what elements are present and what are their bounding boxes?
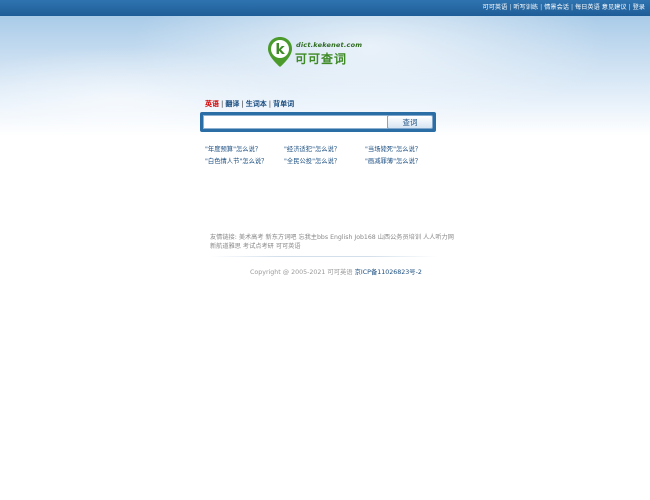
top-bar: 可可英语 | 听写训练 | 情景会话 | 每日英语 意见建议 | 登录 xyxy=(0,0,650,16)
nav-separator: | xyxy=(540,4,543,11)
friend-links: 友情链接: 美术高考 新东方词吧 忘我主bbs English Job168 山… xyxy=(210,234,454,251)
icp-link[interactable]: 京ICP备11026823号-2 xyxy=(355,269,422,276)
search-tabs: 英语 | 翻译 | 生词本 | 背单词 xyxy=(205,99,294,109)
tab-english[interactable]: 英语 xyxy=(205,100,219,108)
nav-login[interactable]: 登录 xyxy=(633,4,645,11)
suggestion-link[interactable]: "年度预算"怎么说？ xyxy=(205,144,261,153)
suggestion-link[interactable]: "当场毙死"怎么说？ xyxy=(365,144,421,153)
friend-link[interactable]: 新东方词吧 xyxy=(266,234,297,241)
friend-link[interactable]: 考试点考研 xyxy=(243,243,274,250)
nav-feedback[interactable]: 意见建议 xyxy=(602,4,627,11)
nav-dialogue[interactable]: 情景会话 xyxy=(544,4,569,11)
suggestion-link[interactable]: "经济适犯"怎么说？ xyxy=(284,144,340,153)
suggestion-link[interactable]: "白色情人节"怎么说？ xyxy=(205,156,267,165)
friend-link[interactable]: English xyxy=(330,234,352,241)
friend-link[interactable]: 可可英语 xyxy=(276,243,301,250)
logo-brand: 可可查词 xyxy=(295,52,348,66)
nav-dictation[interactable]: 听写训练 xyxy=(513,4,538,11)
tab-wordbook[interactable]: 生词本 xyxy=(246,100,267,108)
search-button[interactable]: 查词 xyxy=(387,115,433,129)
top-nav: 可可英语 | 听写训练 | 情景会话 | 每日英语 意见建议 | 登录 xyxy=(483,0,645,16)
logo-pin-icon: k xyxy=(268,37,292,67)
suggestion-link[interactable]: "全民公投"怎么说？ xyxy=(284,156,340,165)
nav-separator: | xyxy=(509,4,512,11)
tab-memorize[interactable]: 背单词 xyxy=(273,100,294,108)
logo-domain: dict.kekenet.com xyxy=(296,41,363,49)
nav-separator: | xyxy=(570,4,574,11)
search-box: 查词 xyxy=(200,112,436,132)
tab-separator: | xyxy=(241,100,244,108)
footer-divider xyxy=(210,256,438,257)
tab-translate[interactable]: 翻译 xyxy=(225,100,239,108)
nav-separator: | xyxy=(628,4,631,11)
suggestion-link[interactable]: "画减罪薄"怎么说？ xyxy=(365,156,421,165)
nav-kekenet[interactable]: 可可英语 xyxy=(483,4,508,11)
friend-link[interactable]: 美术高考 xyxy=(239,234,264,241)
site-logo[interactable]: k dict.kekenet.com 可可查词 xyxy=(267,36,363,70)
friend-link[interactable]: 新航道雅思 xyxy=(210,243,241,250)
friend-link[interactable]: 山西公务员培训 xyxy=(378,234,421,241)
friend-link[interactable]: 人人听力网 xyxy=(423,234,454,241)
footer: Copyright @ 2005-2021 可可英语 京ICP备11026823… xyxy=(250,267,422,276)
logo-letter: k xyxy=(275,42,285,58)
friend-links-label: 友情链接: xyxy=(210,234,237,241)
tab-separator: | xyxy=(221,100,224,108)
friend-link[interactable]: Job168 xyxy=(354,234,375,241)
nav-daily-english[interactable]: 每日英语 xyxy=(575,4,600,11)
search-input[interactable] xyxy=(203,115,388,129)
tab-separator: | xyxy=(268,100,272,108)
copyright-text: Copyright @ 2005-2021 可可英语 xyxy=(250,269,353,276)
friend-link[interactable]: 忘我主bbs xyxy=(298,234,328,241)
